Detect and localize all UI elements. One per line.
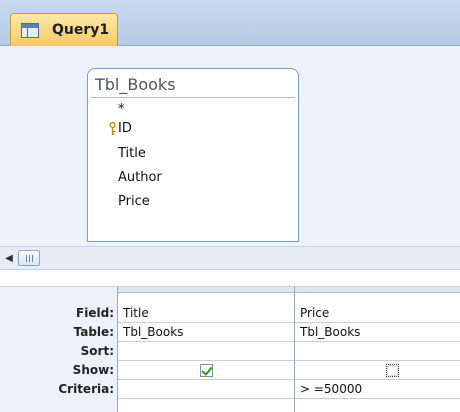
query-icon — [21, 23, 39, 38]
row-label-table: Table: — [73, 325, 114, 339]
tab-query1[interactable]: Query1 — [10, 13, 118, 47]
pane-splitter[interactable] — [0, 270, 460, 286]
horizontal-scrollbar[interactable]: ◀ — [0, 246, 460, 270]
cell-criteria[interactable]: > =50000 — [295, 380, 460, 399]
show-checkbox[interactable] — [200, 364, 213, 377]
cell-field[interactable]: Title — [118, 304, 294, 323]
field-item-id-label: ID — [118, 121, 132, 136]
cell-table[interactable]: Tbl_Books — [295, 323, 460, 342]
show-checkbox[interactable] — [386, 364, 399, 377]
cell-criteria[interactable] — [118, 380, 294, 399]
field-list-items: * ID Title Author Price — [109, 102, 292, 235]
field-item-id[interactable]: ID — [109, 121, 132, 136]
column-selector[interactable] — [118, 287, 294, 293]
cell-field[interactable]: Price — [295, 304, 460, 323]
field-item-author[interactable]: Author — [118, 170, 162, 185]
cell-show — [118, 361, 294, 380]
cell-table[interactable]: Tbl_Books — [118, 323, 294, 342]
row-label-criteria: Criteria: — [58, 382, 114, 396]
field-item-price[interactable]: Price — [118, 194, 150, 209]
field-item-title[interactable]: Title — [118, 146, 146, 161]
cell-show — [295, 361, 460, 380]
grid-column-title: Title Tbl_Books — [117, 287, 294, 412]
row-label-sort: Sort: — [80, 344, 114, 358]
column-selector[interactable] — [295, 287, 460, 293]
cell-sort[interactable] — [295, 342, 460, 361]
row-label-show: Show: — [72, 363, 114, 377]
document-tab-strip: Query1 — [0, 0, 460, 47]
table-pane: Tbl_Books * ID Title Author Price — [0, 46, 460, 246]
field-item-all[interactable]: * — [118, 102, 125, 117]
grid-column-price: Price Tbl_Books > =50000 — [294, 287, 460, 412]
field-list-divider — [91, 97, 295, 98]
field-list-tbl-books[interactable]: Tbl_Books * ID Title Author Price — [87, 68, 299, 242]
scroll-left-icon[interactable]: ◀ — [4, 251, 14, 266]
cell-sort[interactable] — [118, 342, 294, 361]
key-icon — [109, 122, 116, 135]
scroll-thumb[interactable] — [18, 250, 40, 266]
row-label-field: Field: — [76, 306, 114, 320]
tab-label: Query1 — [52, 22, 110, 38]
field-list-title[interactable]: Tbl_Books — [95, 75, 176, 94]
query-design-grid: Field: Table: Sort: Show: Criteria: Titl… — [0, 286, 460, 412]
